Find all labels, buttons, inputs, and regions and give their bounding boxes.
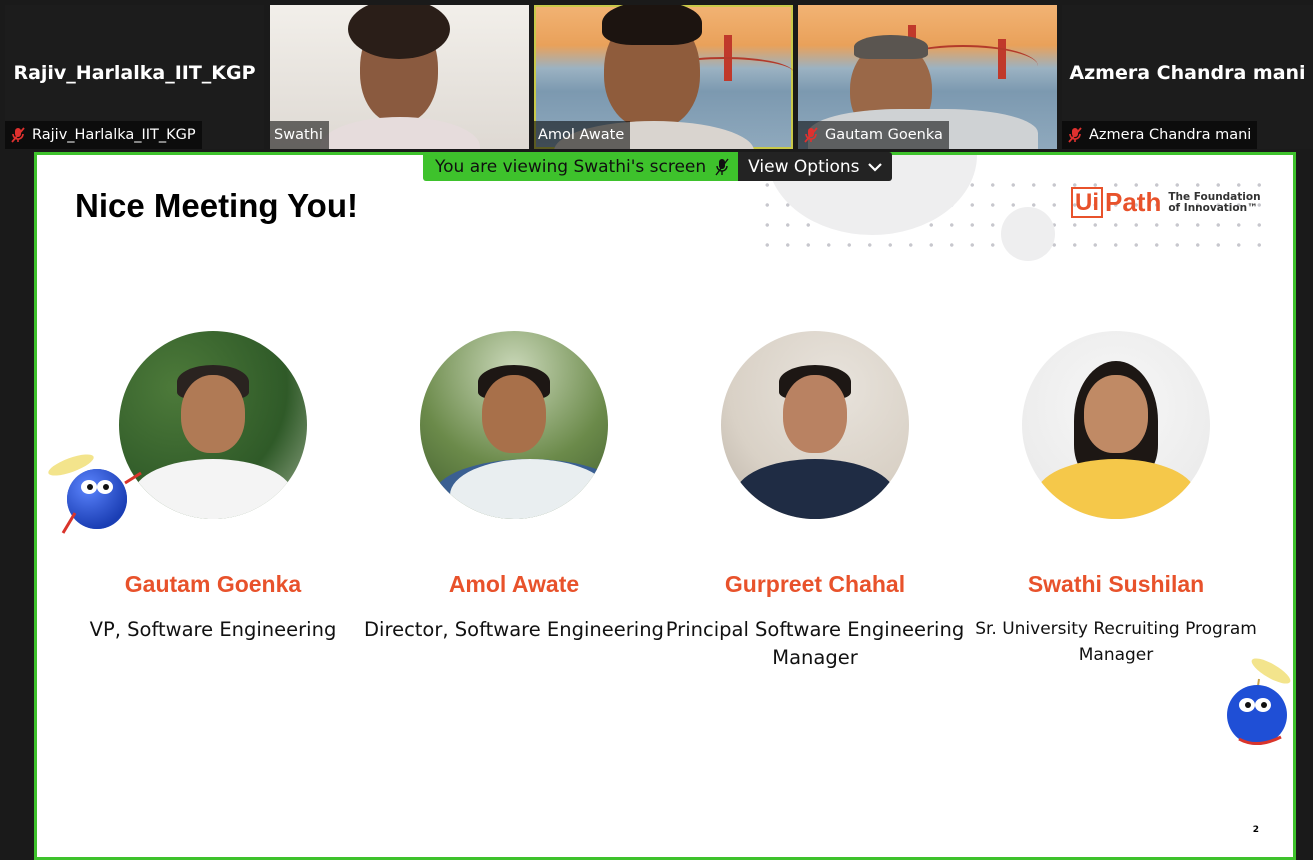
microphone-muted-icon <box>804 127 818 143</box>
member-photo <box>1022 331 1210 519</box>
team-member-card: Swathi Sushilan Sr. University Recruitin… <box>966 331 1266 668</box>
photo-face <box>181 375 245 453</box>
participant-name: Amol Awate <box>538 127 625 143</box>
member-photo <box>119 331 307 519</box>
member-role: VP, Software Engineering <box>89 618 337 641</box>
robot-mascot-icon <box>48 454 142 534</box>
logo-path: Path <box>1105 187 1162 217</box>
shared-screen[interactable]: Nice Meeting You! Ui Path The Foundation… <box>34 152 1296 860</box>
chevron-down-icon <box>867 162 882 172</box>
participant-name: Swathi <box>274 127 323 143</box>
member-role: Principal Software Engineering Manager <box>665 618 965 669</box>
view-options-button[interactable]: View Options <box>738 152 892 181</box>
logo-tagline-line: of Innovation™ <box>1168 201 1258 214</box>
logo-ui: Ui <box>1071 187 1103 218</box>
participant-display-name: Rajiv_Harlalka_IIT_KGP <box>13 62 256 84</box>
photo-face <box>1084 375 1148 453</box>
participant-name-label: Azmera Chandra mani <box>1062 121 1258 149</box>
microphone-muted-icon <box>1068 127 1082 143</box>
logo-tagline: The Foundation of Innovation™ <box>1168 190 1261 214</box>
photo-face <box>783 375 847 453</box>
photo-face <box>482 375 546 453</box>
screen-share-banner: You are viewing Swathi's screen View Opt… <box>423 152 892 181</box>
member-name: Gurpreet Chahal <box>724 571 906 597</box>
uipath-logo: Ui Path The Foundation of Innovation™ <box>1071 187 1261 218</box>
view-options-label: View Options <box>748 156 860 177</box>
participant-name-label: Rajiv_Harlalka_IIT_KGP <box>5 121 202 149</box>
participant-video-hair <box>602 5 702 45</box>
slide-title: Nice Meeting You! <box>75 187 358 224</box>
participant-tile-amol[interactable]: Amol Awate <box>534 5 793 149</box>
microphone-muted-icon <box>11 127 25 143</box>
team-member-card: Gurpreet Chahal Principal Software Engin… <box>665 331 965 672</box>
participant-name: Rajiv_Harlalka_IIT_KGP <box>32 127 196 143</box>
participant-tile-rajiv[interactable]: Rajiv_Harlalka_IIT_KGP Rajiv_Harlalka_II… <box>5 5 264 149</box>
member-role: Director, Software Engineering <box>364 618 664 641</box>
participant-name-label: Gautam Goenka <box>798 121 949 149</box>
team-member-card: Amol Awate Director, Software Engineerin… <box>364 331 664 644</box>
participant-tile-gautam[interactable]: Gautam Goenka <box>798 5 1057 149</box>
viewing-screen-notice: You are viewing Swathi's screen <box>423 152 739 181</box>
participant-name: Azmera Chandra mani <box>1089 127 1252 143</box>
microphone-icon <box>715 158 729 175</box>
member-name: Swathi Sushilan <box>1027 571 1205 597</box>
robot-mascot-icon <box>1227 658 1291 745</box>
participant-video-hair <box>854 35 928 59</box>
logo-tagline-line: The Foundation <box>1168 190 1261 203</box>
participant-name: Gautam Goenka <box>825 127 943 143</box>
participant-video-shirt <box>320 117 480 149</box>
participant-name-label: Amol Awate <box>534 121 631 149</box>
member-name: Gautam Goenka <box>124 571 302 597</box>
member-photo <box>420 331 608 519</box>
slide-page-number: 2 <box>1252 825 1259 835</box>
viewing-screen-text: You are viewing Swathi's screen <box>435 156 707 177</box>
photo-shirt <box>735 459 895 519</box>
member-name: Amol Awate <box>448 571 580 597</box>
photo-shirt <box>1036 459 1196 519</box>
photo-shirt <box>133 459 293 519</box>
photo-shirt <box>434 459 608 519</box>
participant-tile-swathi[interactable]: Swathi <box>270 5 529 149</box>
participant-name-label: Swathi <box>270 121 329 149</box>
member-photo <box>721 331 909 519</box>
participant-display-name: Azmera Chandra mani <box>1069 62 1306 84</box>
decorative-circle <box>1001 207 1055 261</box>
participant-tile-azmera[interactable]: Azmera Chandra mani Azmera Chandra mani <box>1062 5 1313 149</box>
